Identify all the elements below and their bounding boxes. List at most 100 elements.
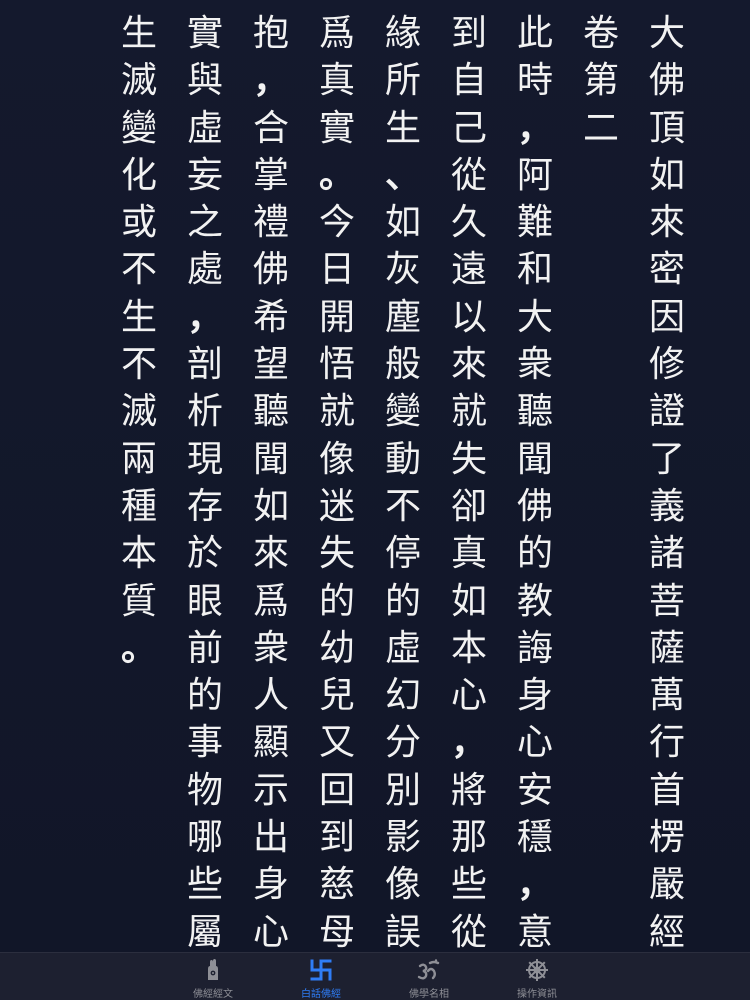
text-glyph: 嚴	[648, 864, 685, 906]
text-glyph: 的	[384, 580, 421, 622]
text-glyph: 佛	[516, 485, 553, 527]
text-glyph: 事	[186, 722, 223, 764]
text-column: 到自己從久遠以來就失卻真如本心，將那些從因	[436, 10, 502, 1000]
text-glyph: 像	[384, 864, 421, 906]
text-glyph: 些	[450, 864, 487, 906]
text-glyph: 停	[384, 533, 421, 575]
text-glyph: 種	[120, 485, 157, 527]
text-glyph: 哪	[186, 817, 223, 859]
text-column: 此時，阿難和大衆聽聞佛的教誨身心安穩，意識	[502, 10, 568, 1000]
text-column: 實與虛妄之處，剖析現存於眼前的事物哪些屬於	[172, 10, 238, 1000]
text-glyph: 佛	[648, 60, 685, 102]
text-glyph: 從	[450, 154, 487, 196]
text-glyph: 實	[186, 13, 223, 54]
text-glyph: 爲	[252, 580, 289, 622]
text-glyph: 久	[450, 202, 487, 244]
text-glyph: 大	[648, 13, 685, 54]
text-glyph: 穩	[516, 817, 553, 859]
text-glyph: 妄	[186, 154, 223, 196]
text-glyph: 誤	[384, 911, 421, 953]
text-glyph: 安	[516, 769, 553, 811]
text-glyph: 來	[252, 533, 289, 575]
text-column: 緣所生、如灰塵般變動不停的虛幻分別影像誤認	[370, 10, 436, 1000]
text-glyph: 聽	[516, 391, 553, 433]
text-glyph: 化	[120, 154, 157, 196]
text-glyph: 本	[120, 533, 157, 575]
text-glyph: 首	[648, 769, 685, 811]
text-glyph: 日	[318, 249, 355, 291]
text-glyph: 因	[648, 296, 685, 338]
om-icon	[415, 957, 443, 983]
text-glyph: 屬	[186, 911, 223, 953]
tab-label: 操作資訊	[517, 989, 557, 1000]
text-glyph: 眼	[186, 580, 223, 622]
text-glyph: 二	[582, 107, 619, 149]
tab-vernacular[interactable]: 白話佛經	[267, 953, 375, 1000]
text-column: 大佛頂如來密因修證了義諸菩薩萬行首楞嚴經	[634, 10, 700, 1000]
text-glyph: 如	[648, 154, 685, 196]
tab-sutra-text[interactable]: 佛經經文	[159, 953, 267, 1000]
text-glyph: 別	[384, 769, 421, 811]
text-glyph: 時	[516, 60, 553, 102]
swastika-icon	[307, 957, 335, 983]
text-glyph: 虛	[384, 627, 421, 669]
text-glyph: 般	[384, 344, 421, 386]
text-glyph: 希	[252, 296, 289, 338]
text-glyph: 來	[648, 202, 685, 244]
text-glyph: 聞	[516, 438, 553, 480]
text-glyph: ，	[516, 863, 553, 906]
text-glyph: 自	[450, 60, 487, 102]
text-glyph: 意	[516, 911, 553, 953]
tab-glossary[interactable]: 佛學名相	[375, 953, 483, 1000]
text-glyph: 存	[186, 485, 223, 527]
tab-info[interactable]: 操作資訊	[483, 953, 591, 1000]
text-glyph: 回	[318, 769, 355, 811]
text-glyph: 不	[120, 344, 157, 386]
text-glyph: 滅	[120, 60, 157, 102]
text-glyph: 將	[450, 769, 487, 811]
text-glyph: 望	[252, 344, 289, 386]
text-glyph: 佛	[252, 249, 289, 291]
text-glyph: 或	[120, 202, 157, 244]
text-glyph: 教	[516, 580, 553, 622]
sutra-reader[interactable]: 大佛頂如來密因修證了義諸菩薩萬行首楞嚴經卷第二此時，阿難和大衆聽聞佛的教誨身心安…	[0, 0, 750, 1000]
text-glyph: 本	[450, 627, 487, 669]
tab-label: 佛經經文	[193, 989, 233, 1000]
text-glyph: 開	[318, 296, 355, 338]
text-glyph: 那	[450, 817, 487, 859]
text-glyph: 誨	[516, 627, 553, 669]
text-glyph: 經	[648, 911, 685, 953]
text-glyph: 卻	[450, 485, 487, 527]
text-glyph: 兒	[318, 675, 355, 717]
text-glyph: 又	[318, 722, 355, 764]
text-glyph: 人	[252, 675, 289, 717]
text-glyph: 示	[252, 769, 289, 811]
text-glyph: 爲	[318, 13, 355, 54]
text-glyph: 。	[120, 626, 157, 669]
text-glyph: 合	[252, 107, 289, 149]
text-glyph: 遠	[450, 249, 487, 291]
text-glyph: 所	[384, 60, 421, 102]
text-glyph: 變	[384, 391, 421, 433]
text-glyph: ，	[450, 721, 487, 764]
text-glyph: 如	[450, 580, 487, 622]
text-glyph: 來	[450, 344, 487, 386]
text-glyph: 聞	[252, 438, 289, 480]
text-glyph: 薩	[648, 627, 685, 669]
text-column: 生滅變化或不生不滅兩種本質。	[106, 10, 172, 1000]
text-glyph: 密	[648, 249, 685, 291]
text-glyph: 楞	[648, 817, 685, 859]
text-glyph: 修	[648, 344, 685, 386]
hand-icon	[199, 957, 227, 983]
text-glyph: 就	[450, 391, 487, 433]
text-glyph: 和	[516, 249, 553, 291]
text-glyph: ，	[252, 59, 289, 102]
text-glyph: 之	[186, 202, 223, 244]
text-glyph: 大	[516, 296, 553, 338]
text-glyph: 的	[186, 675, 223, 717]
text-glyph: 兩	[120, 438, 157, 480]
text-glyph: 實	[318, 107, 355, 149]
vertical-text: 大佛頂如來密因修證了義諸菩薩萬行首楞嚴經卷第二此時，阿難和大衆聽聞佛的教誨身心安…	[106, 10, 700, 1000]
text-glyph: 聽	[252, 391, 289, 433]
text-glyph: 真	[318, 60, 355, 102]
